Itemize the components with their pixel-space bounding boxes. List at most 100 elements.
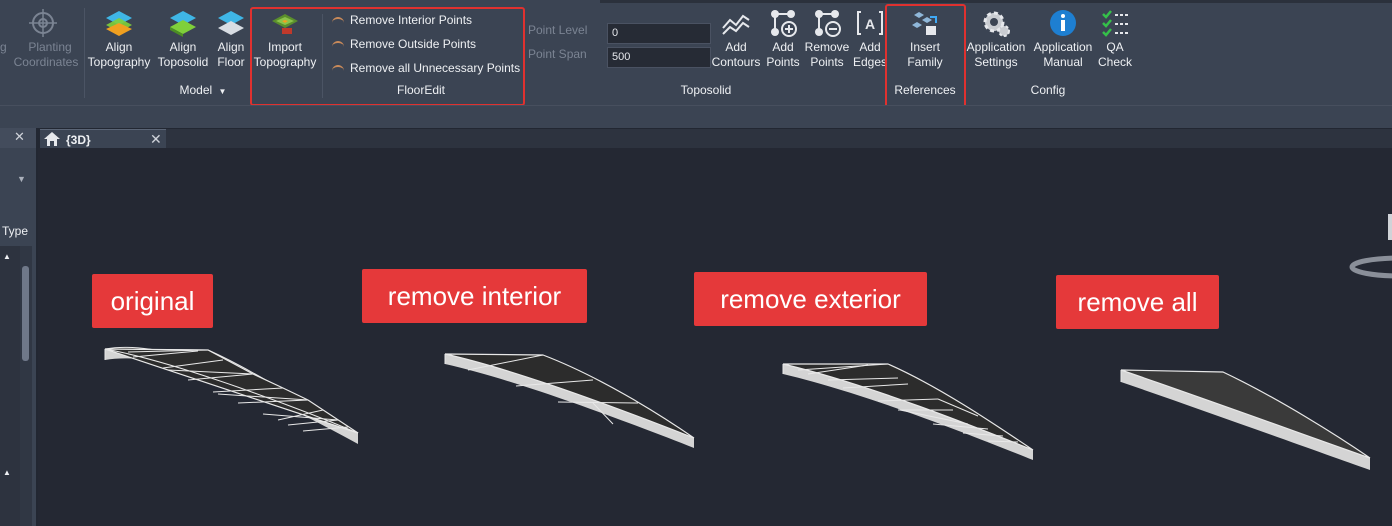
qa-check-button[interactable]: QA Check: [1097, 8, 1133, 70]
planting-cut-label: g: [0, 40, 7, 54]
callout-remove-interior: remove interior: [362, 269, 587, 323]
application-settings-line2: Settings: [974, 55, 1018, 69]
properties-panel-header: ✕: [0, 128, 36, 148]
3d-viewport[interactable]: original remove interior remove exterior…: [38, 148, 1392, 526]
add-edges-icon: A: [857, 11, 883, 35]
remove-outside-points-label: Remove Outside Points: [350, 37, 477, 51]
import-topography-button[interactable]: Import Topography: [253, 8, 317, 70]
scroll-thumb[interactable]: [22, 266, 29, 361]
add-contours-line1: Add: [725, 40, 747, 54]
application-settings-button[interactable]: Application Settings: [964, 8, 1028, 70]
point-span-label: Point Span: [528, 47, 587, 61]
add-edges-line1: Add: [859, 40, 881, 54]
properties-list[interactable]: [0, 246, 20, 526]
ribbon-top-line: [600, 0, 1392, 3]
chevron-down-icon[interactable]: ▼: [17, 174, 26, 184]
qa-check-line2: Check: [1097, 55, 1132, 69]
align-floor-line2: Floor: [217, 55, 245, 69]
callout-original: original: [92, 274, 213, 328]
import-topography-line2: Topography: [253, 55, 317, 69]
planting-label-1: Planting: [28, 40, 72, 54]
slab-remove-exterior[interactable]: [782, 363, 1034, 460]
close-icon[interactable]: ✕: [150, 131, 162, 148]
remove-interior-points-label: Remove Interior Points: [350, 13, 473, 27]
application-settings-line1: Application: [966, 40, 1026, 54]
remove-points-button[interactable]: Remove Points: [804, 8, 850, 70]
model-group-dropdown[interactable]: Model ▼: [168, 83, 238, 97]
remove-points-icon: [815, 10, 841, 37]
viewport-scene: [104, 214, 1392, 470]
separator: [84, 8, 85, 98]
add-contours-button[interactable]: Add Contours: [710, 8, 762, 70]
remove-interior-points-button[interactable]: Remove Interior Points: [332, 13, 472, 27]
remove-points-line2: Points: [810, 55, 844, 69]
point-span-input[interactable]: 500: [607, 47, 711, 68]
planting-label-2: Coordinates: [13, 55, 79, 69]
qa-check-line1: QA: [1106, 40, 1124, 54]
arc-icon: [332, 16, 344, 25]
collapse-up-icon[interactable]: ▲: [3, 468, 11, 477]
view-tab-strip: [166, 129, 1392, 148]
model-group-label: Model: [179, 83, 213, 97]
separator: [322, 14, 323, 98]
remove-unnecessary-points-button[interactable]: Remove all Unnecessary Points: [332, 61, 520, 75]
properties-panel: ✕ ▼ Type ▲ ▲: [0, 128, 36, 526]
home-icon: [44, 132, 60, 146]
remove-outside-points-button[interactable]: Remove Outside Points: [332, 37, 476, 51]
slab-remove-all[interactable]: [1120, 369, 1371, 470]
config-group-label: Config: [1030, 83, 1066, 97]
remove-unnecessary-points-label: Remove all Unnecessary Points: [350, 61, 521, 75]
callout-remove-exterior: remove exterior: [694, 272, 927, 326]
import-topography-line1: Import: [267, 40, 302, 54]
add-contours-line2: Contours: [711, 55, 761, 69]
align-topography-line1: Align: [105, 40, 133, 54]
align-topography-icon: [106, 11, 132, 36]
close-icon[interactable]: ✕: [14, 129, 25, 145]
references-group-label: References: [894, 83, 956, 97]
add-edges-line2: Edges: [852, 55, 888, 69]
align-topography-button[interactable]: Align Topography: [87, 8, 151, 70]
slab-original[interactable]: [104, 347, 359, 444]
view-tab-title: {3D}: [66, 133, 91, 147]
checklist-icon: [1102, 10, 1128, 37]
arc-icon: [332, 40, 344, 49]
align-floor-icon: [218, 11, 244, 35]
toposolid-group-label: Toposolid: [680, 83, 732, 97]
view-cube-ring[interactable]: [1349, 214, 1392, 279]
add-points-line1: Add: [772, 40, 794, 54]
application-manual-line1: Application: [1033, 40, 1093, 54]
flooredit-group-label: FloorEdit: [396, 83, 446, 97]
add-edges-button[interactable]: A Add Edges: [852, 8, 888, 70]
ribbon-footer: [0, 105, 1392, 128]
align-floor-line1: Align: [217, 40, 245, 54]
align-toposolid-icon: [170, 11, 196, 37]
point-level-input[interactable]: 0: [607, 23, 711, 44]
remove-points-line1: Remove: [804, 40, 850, 54]
insert-family-icon: [912, 12, 937, 35]
add-points-line2: Points: [766, 55, 800, 69]
import-topography-icon: [272, 14, 298, 34]
chevron-down-icon: ▼: [218, 87, 227, 96]
add-points-button[interactable]: Add Points: [764, 8, 802, 70]
align-toposolid-line1: Align: [169, 40, 197, 54]
crosshair-icon: [29, 9, 57, 37]
align-toposolid-line2: Toposolid: [157, 55, 209, 69]
arc-icon: [332, 64, 344, 73]
slab-remove-interior[interactable]: [444, 353, 695, 448]
type-column-label: Type: [2, 224, 29, 238]
collapse-up-icon[interactable]: ▲: [3, 252, 11, 261]
align-toposolid-button[interactable]: Align Toposolid: [155, 8, 211, 70]
insert-family-line1: Insert: [909, 40, 940, 54]
gear-icon: [983, 11, 1010, 37]
callout-remove-all: remove all: [1056, 275, 1219, 329]
insert-family-button[interactable]: Insert Family: [895, 8, 955, 70]
align-topography-line2: Topography: [87, 55, 151, 69]
insert-family-line2: Family: [907, 55, 943, 69]
info-icon: [1050, 10, 1076, 36]
application-manual-button[interactable]: Application Manual: [1031, 8, 1095, 70]
align-floor-button[interactable]: Align Floor: [214, 8, 248, 70]
application-manual-line2: Manual: [1043, 55, 1083, 69]
view-tab-3d[interactable]: {3D} ✕: [40, 129, 166, 149]
svg-text:A: A: [865, 16, 875, 32]
planting-coordinates-button[interactable]: g Planting Coordinates: [0, 8, 82, 70]
